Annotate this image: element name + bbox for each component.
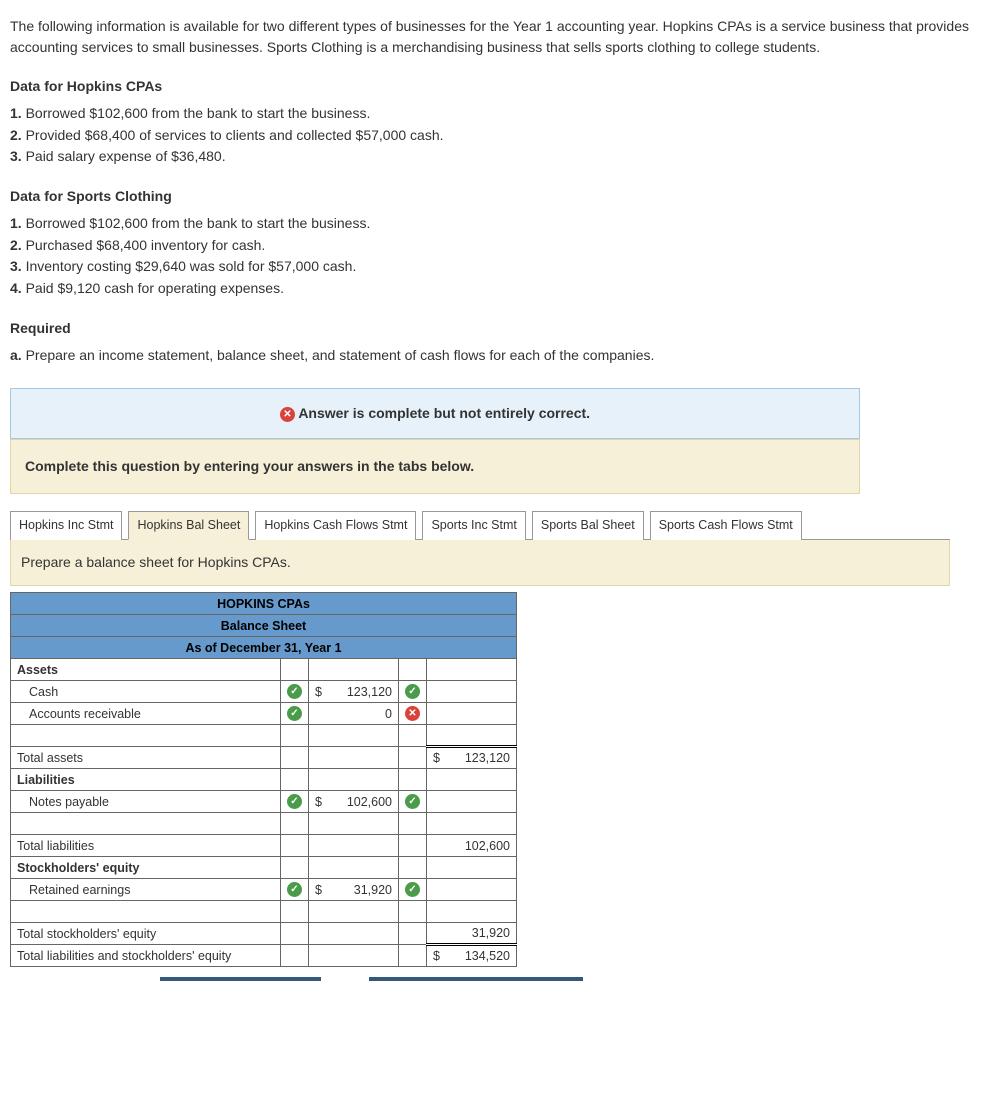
balance-sheet-table: HOPKINS CPAs Balance Sheet As of Decembe…: [10, 592, 517, 967]
tab-hopkins-cash-flows[interactable]: Hopkins Cash Flows Stmt: [255, 511, 416, 541]
tab-sports-inc-stmt[interactable]: Sports Inc Stmt: [422, 511, 525, 541]
answer-status-banner: ✕ Answer is complete but not entirely co…: [10, 388, 860, 439]
tabs-row: Hopkins Inc Stmt Hopkins Bal Sheet Hopki…: [10, 510, 950, 541]
tab-sports-cash-flows[interactable]: Sports Cash Flows Stmt: [650, 511, 802, 541]
row-total-assets: Total assets $123,120: [11, 747, 517, 769]
np-label[interactable]: Notes payable: [11, 791, 281, 813]
row-assets-header: Assets: [11, 659, 281, 681]
re-value[interactable]: $31,920: [309, 879, 399, 901]
check-icon: ✓: [287, 684, 302, 699]
row-se-header: Stockholders' equity: [11, 857, 281, 879]
check-icon: ✓: [405, 684, 420, 699]
instruction-banner: Complete this question by entering your …: [10, 439, 860, 494]
required-item-a: a. Prepare an income statement, balance …: [10, 345, 971, 366]
total-liab-value: 102,600: [427, 835, 517, 857]
nav-row: < Hopkins Inc Stmt Hopkins Cash Flows St…: [160, 977, 971, 981]
tab-hopkins-bal-sheet[interactable]: Hopkins Bal Sheet: [128, 511, 249, 541]
section-hopkins-title: Data for Hopkins CPAs: [10, 76, 971, 97]
row-retained-earnings: Retained earnings ✓ $31,920 ✓: [11, 879, 517, 901]
hopkins-list: 1. Borrowed $102,600 from the bank to st…: [10, 103, 971, 168]
ar-label[interactable]: Accounts receivable: [11, 703, 281, 725]
row-total-lse: Total liabilities and stockholders' equi…: [11, 945, 517, 967]
check-icon: ✓: [287, 882, 302, 897]
row-blank: [11, 725, 517, 747]
tab-hopkins-inc-stmt[interactable]: Hopkins Inc Stmt: [10, 511, 122, 541]
row-notes-payable: Notes payable ✓ $102,600 ✓: [11, 791, 517, 813]
sports-list: 1. Borrowed $102,600 from the bank to st…: [10, 213, 971, 300]
total-assets-value: $123,120: [427, 747, 517, 769]
row-accounts-receivable: Accounts receivable ✓ 0 ✕: [11, 703, 517, 725]
incorrect-icon: ✕: [280, 407, 295, 422]
next-tab-button[interactable]: Hopkins Cash Flows Stmt >: [369, 977, 583, 981]
sheet-title-date: As of December 31, Year 1: [11, 637, 517, 659]
ar-value[interactable]: 0: [309, 703, 399, 725]
cross-icon: ✕: [405, 706, 420, 721]
row-cash: Cash ✓ $123,120 ✓: [11, 681, 517, 703]
tab-instruction: Prepare a balance sheet for Hopkins CPAs…: [10, 540, 950, 586]
sheet-title-report: Balance Sheet: [11, 615, 517, 637]
row-blank: [11, 901, 517, 923]
sheet-title-company: HOPKINS CPAs: [11, 593, 517, 615]
row-total-liabilities: Total liabilities 102,600: [11, 835, 517, 857]
check-icon: ✓: [287, 706, 302, 721]
section-sports-title: Data for Sports Clothing: [10, 186, 971, 207]
tab-sports-bal-sheet[interactable]: Sports Bal Sheet: [532, 511, 644, 541]
intro-paragraph: The following information is available f…: [10, 16, 971, 58]
prev-tab-button[interactable]: < Hopkins Inc Stmt: [160, 977, 321, 981]
row-liabilities-header: Liabilities: [11, 769, 281, 791]
check-icon: ✓: [405, 882, 420, 897]
row-total-se: Total stockholders' equity 31,920: [11, 923, 517, 945]
total-lse-value: $134,520: [427, 945, 517, 967]
cash-label[interactable]: Cash: [11, 681, 281, 703]
re-label[interactable]: Retained earnings: [11, 879, 281, 901]
cash-value[interactable]: $123,120: [309, 681, 399, 703]
np-value[interactable]: $102,600: [309, 791, 399, 813]
required-title: Required: [10, 318, 971, 339]
row-blank: [11, 813, 517, 835]
total-se-value: 31,920: [427, 923, 517, 945]
check-icon: ✓: [287, 794, 302, 809]
check-icon: ✓: [405, 794, 420, 809]
